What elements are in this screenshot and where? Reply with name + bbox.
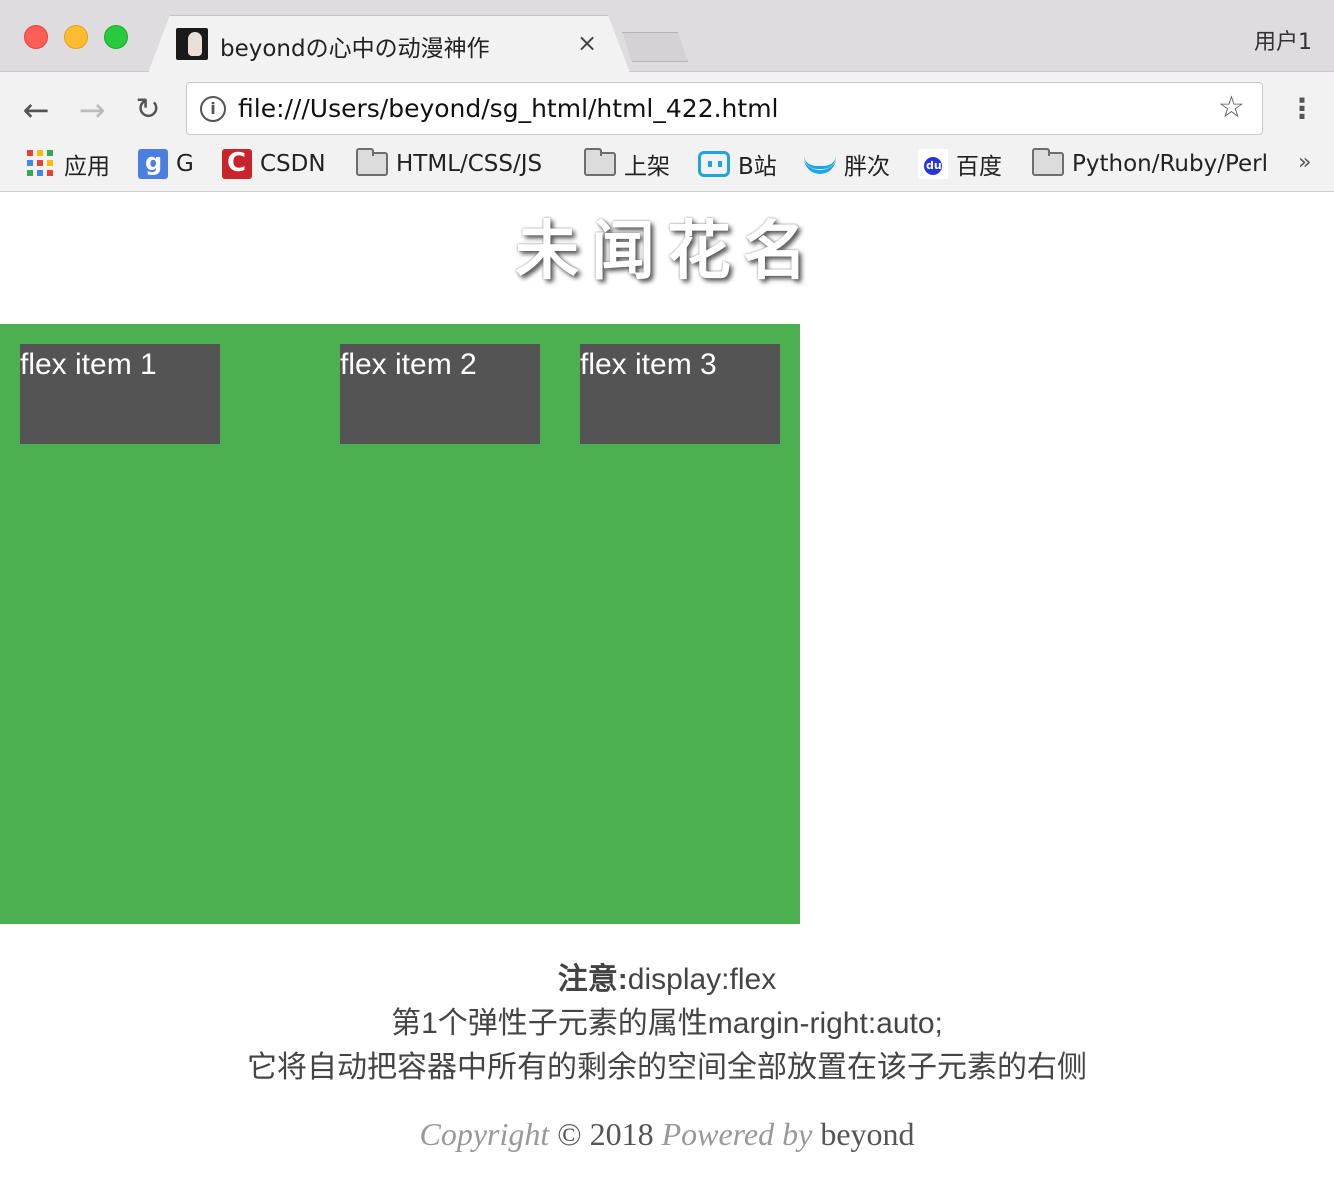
flex-item-3: flex item 3 xyxy=(580,344,780,444)
note-text: 注意:display:flex 第1个弹性子元素的属性margin-right:… xyxy=(0,958,1334,1090)
footer-copyright-symbol: © xyxy=(557,1116,582,1152)
note-line-3: 它将自动把容器中所有的剩余的空间全部放置在该子元素的右侧 xyxy=(247,1051,1087,1084)
note-line-2: 第1个弹性子元素的属性margin-right:auto; xyxy=(391,1007,943,1040)
bookmarks-overflow-icon[interactable]: » xyxy=(1298,150,1311,175)
close-window-button[interactable] xyxy=(24,25,48,49)
maximize-window-button[interactable] xyxy=(104,25,128,49)
baidu-icon xyxy=(918,149,948,179)
new-tab-button[interactable] xyxy=(622,32,688,62)
bilibili-icon xyxy=(698,151,730,177)
bookmark-label: B站 xyxy=(738,154,777,180)
note-line-1: 注意:display:flex xyxy=(0,958,1334,1002)
site-info-icon[interactable]: i xyxy=(200,96,226,122)
bookmark-label: CSDN xyxy=(260,151,326,177)
back-arrow-icon[interactable]: ← xyxy=(16,90,56,130)
minimize-window-button[interactable] xyxy=(64,25,88,49)
footer-year: 2018 xyxy=(589,1116,654,1152)
bookmark-label: 上架 xyxy=(624,154,670,180)
bookmark-html-css-js[interactable]: HTML/CSS/JS xyxy=(356,146,542,182)
bookmark-pangci[interactable]: 胖次 xyxy=(804,146,890,182)
bookmark-label: 百度 xyxy=(956,154,1002,180)
note-label: 注意: xyxy=(557,963,628,996)
bookmark-apps[interactable]: 应用 xyxy=(26,146,110,182)
flex-item-2: flex item 2 xyxy=(340,344,540,444)
bookmark-label: G xyxy=(176,151,194,177)
tab-title: beyondの心中の动漫神作 xyxy=(220,36,490,62)
bookmark-baidu[interactable]: 百度 xyxy=(918,146,1002,182)
flex-item-1: flex item 1 xyxy=(20,344,220,444)
g-icon xyxy=(138,148,168,179)
forward-arrow-icon[interactable]: → xyxy=(72,90,112,130)
footer: Copyright © 2018 Powered by beyond xyxy=(0,1116,1334,1153)
folder-icon xyxy=(356,148,388,176)
page-title: 未闻花名 xyxy=(515,215,819,289)
bookmark-shangjia[interactable]: 上架 xyxy=(584,146,670,182)
pangci-icon xyxy=(804,154,836,174)
reload-icon[interactable]: ↻ xyxy=(128,90,168,130)
bookmark-python-ruby-perl[interactable]: Python/Ruby/Perl xyxy=(1032,146,1268,182)
browser-menu-icon[interactable]: ⋮ xyxy=(1288,92,1316,126)
apps-icon xyxy=(26,149,56,179)
tab-close-icon[interactable]: × xyxy=(574,30,600,56)
bookmark-g[interactable]: G xyxy=(138,146,194,182)
footer-author: beyond xyxy=(820,1116,915,1152)
note-line-1-rest: display:flex xyxy=(627,963,777,996)
bookmark-star-icon[interactable]: ☆ xyxy=(1218,90,1245,126)
footer-copyright: Copyright xyxy=(419,1116,550,1152)
bookmark-label: HTML/CSS/JS xyxy=(396,151,543,177)
csdn-icon xyxy=(222,148,252,179)
footer-powered-by: Powered by xyxy=(661,1116,813,1152)
folder-icon xyxy=(1032,148,1064,176)
bookmark-label: 胖次 xyxy=(844,154,890,180)
tab-favicon-icon xyxy=(176,28,208,60)
bookmark-bilibili[interactable]: B站 xyxy=(698,146,777,182)
bookmark-csdn[interactable]: CSDN xyxy=(222,146,326,182)
url-text[interactable]: file:///Users/beyond/sg_html/html_422.ht… xyxy=(238,94,779,123)
folder-icon xyxy=(584,148,616,176)
profile-button[interactable]: 用户1 xyxy=(1254,24,1312,56)
bookmark-label: 应用 xyxy=(64,154,110,180)
bookmark-label: Python/Ruby/Perl xyxy=(1072,151,1269,177)
